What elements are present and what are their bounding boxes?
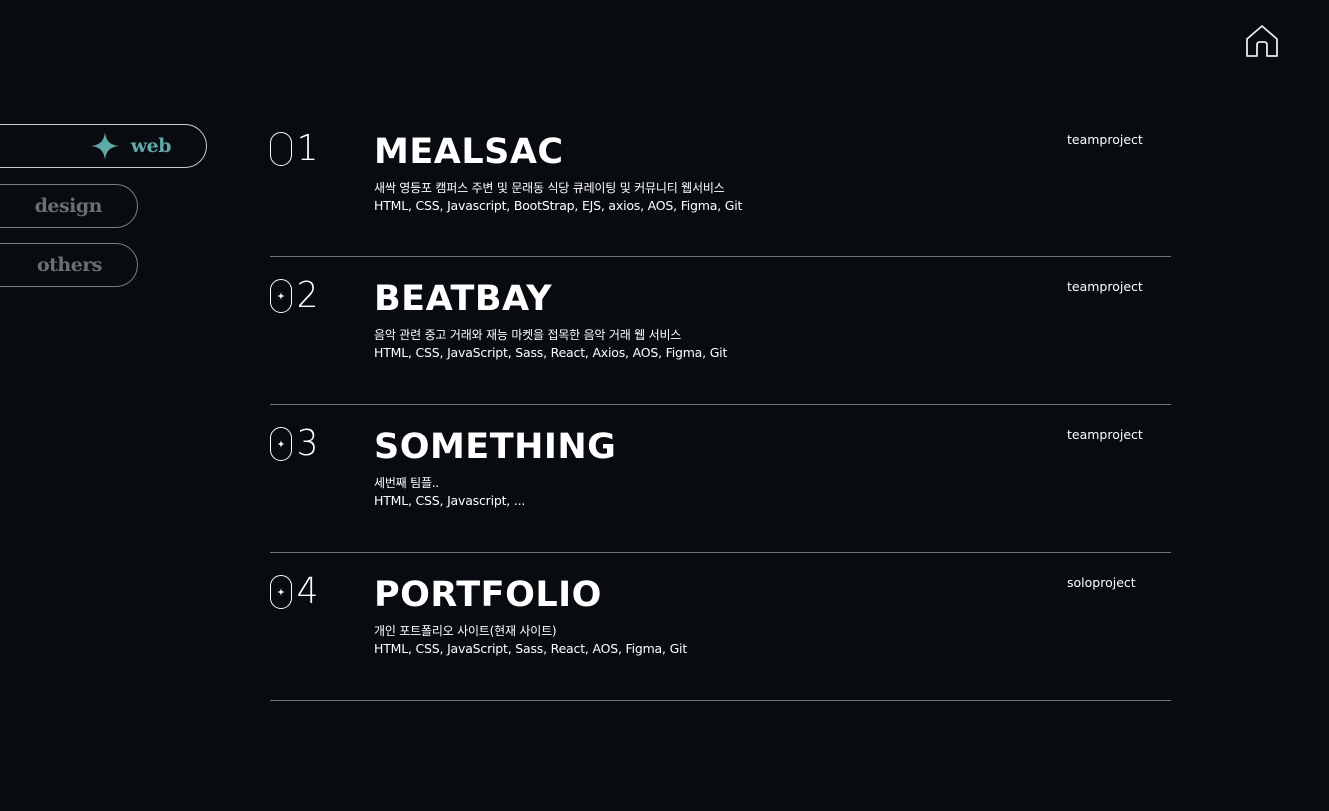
project-type: teamproject: [1067, 427, 1143, 442]
home-icon[interactable]: [1243, 23, 1281, 59]
star-icon: [277, 292, 285, 300]
project-title[interactable]: MEALSAC: [374, 132, 564, 172]
sparkle-icon: [90, 132, 119, 160]
project-title[interactable]: SOMETHING: [374, 427, 616, 467]
zero-star-glyph: [270, 427, 292, 461]
project-title[interactable]: PORTFOLIO: [374, 575, 602, 615]
project-list: 1 MEALSAC 새싹 영등포 캠퍼스 주변 및 문래동 식당 큐레이팅 및 …: [270, 110, 1171, 701]
project-stack: HTML, CSS, JavaScript, Sass, React, AOS,…: [374, 641, 688, 656]
star-icon: [277, 588, 285, 596]
project-number: 2: [270, 278, 319, 314]
zero-star-glyph: [270, 575, 292, 609]
zero-star-glyph: [270, 132, 292, 166]
star-icon: [277, 440, 285, 448]
nav-item-design[interactable]: design: [0, 184, 138, 228]
nav-item-label: design: [34, 195, 103, 217]
project-item[interactable]: 3 SOMETHING 세번째 팀플.. HTML, CSS, Javascri…: [270, 405, 1171, 553]
project-description: 세번째 팀플..: [374, 476, 440, 490]
project-description: 개인 포트폴리오 사이트(현재 사이트): [374, 624, 557, 638]
project-item[interactable]: 2 BEATBAY 음악 관련 중고 거래와 재능 마켓을 접목한 음악 거래 …: [270, 257, 1171, 405]
project-type: soloproject: [1067, 575, 1136, 590]
project-stack: HTML, CSS, Javascript, BootStrap, EJS, a…: [374, 198, 743, 213]
project-stack: HTML, CSS, Javascript, ...: [374, 493, 526, 508]
project-number: 1: [270, 131, 319, 167]
project-description: 음악 관련 중고 거래와 재능 마켓을 접목한 음악 거래 웹 서비스: [374, 328, 682, 342]
nav-item-label: web: [130, 135, 172, 157]
project-type: teamproject: [1067, 279, 1143, 294]
project-item[interactable]: 4 PORTFOLIO 개인 포트폴리오 사이트(현재 사이트) HTML, C…: [270, 553, 1171, 701]
project-title[interactable]: BEATBAY: [374, 279, 552, 319]
portfolio-projects-page: web design others 1 MEALSAC 새싹 영등포 캠퍼스 주…: [0, 0, 1329, 811]
project-description: 새싹 영등포 캠퍼스 주변 및 문래동 식당 큐레이팅 및 커뮤니티 웹서비스: [374, 181, 725, 195]
nav-item-others[interactable]: others: [0, 243, 138, 287]
project-number: 3: [270, 426, 319, 462]
project-stack: HTML, CSS, JavaScript, Sass, React, Axio…: [374, 345, 728, 360]
zero-star-glyph: [270, 279, 292, 313]
nav-item-web[interactable]: web: [0, 124, 207, 168]
project-number: 4: [270, 574, 319, 610]
nav-item-label: others: [36, 254, 103, 276]
project-type: teamproject: [1067, 132, 1143, 147]
project-item[interactable]: 1 MEALSAC 새싹 영등포 캠퍼스 주변 및 문래동 식당 큐레이팅 및 …: [270, 110, 1171, 257]
